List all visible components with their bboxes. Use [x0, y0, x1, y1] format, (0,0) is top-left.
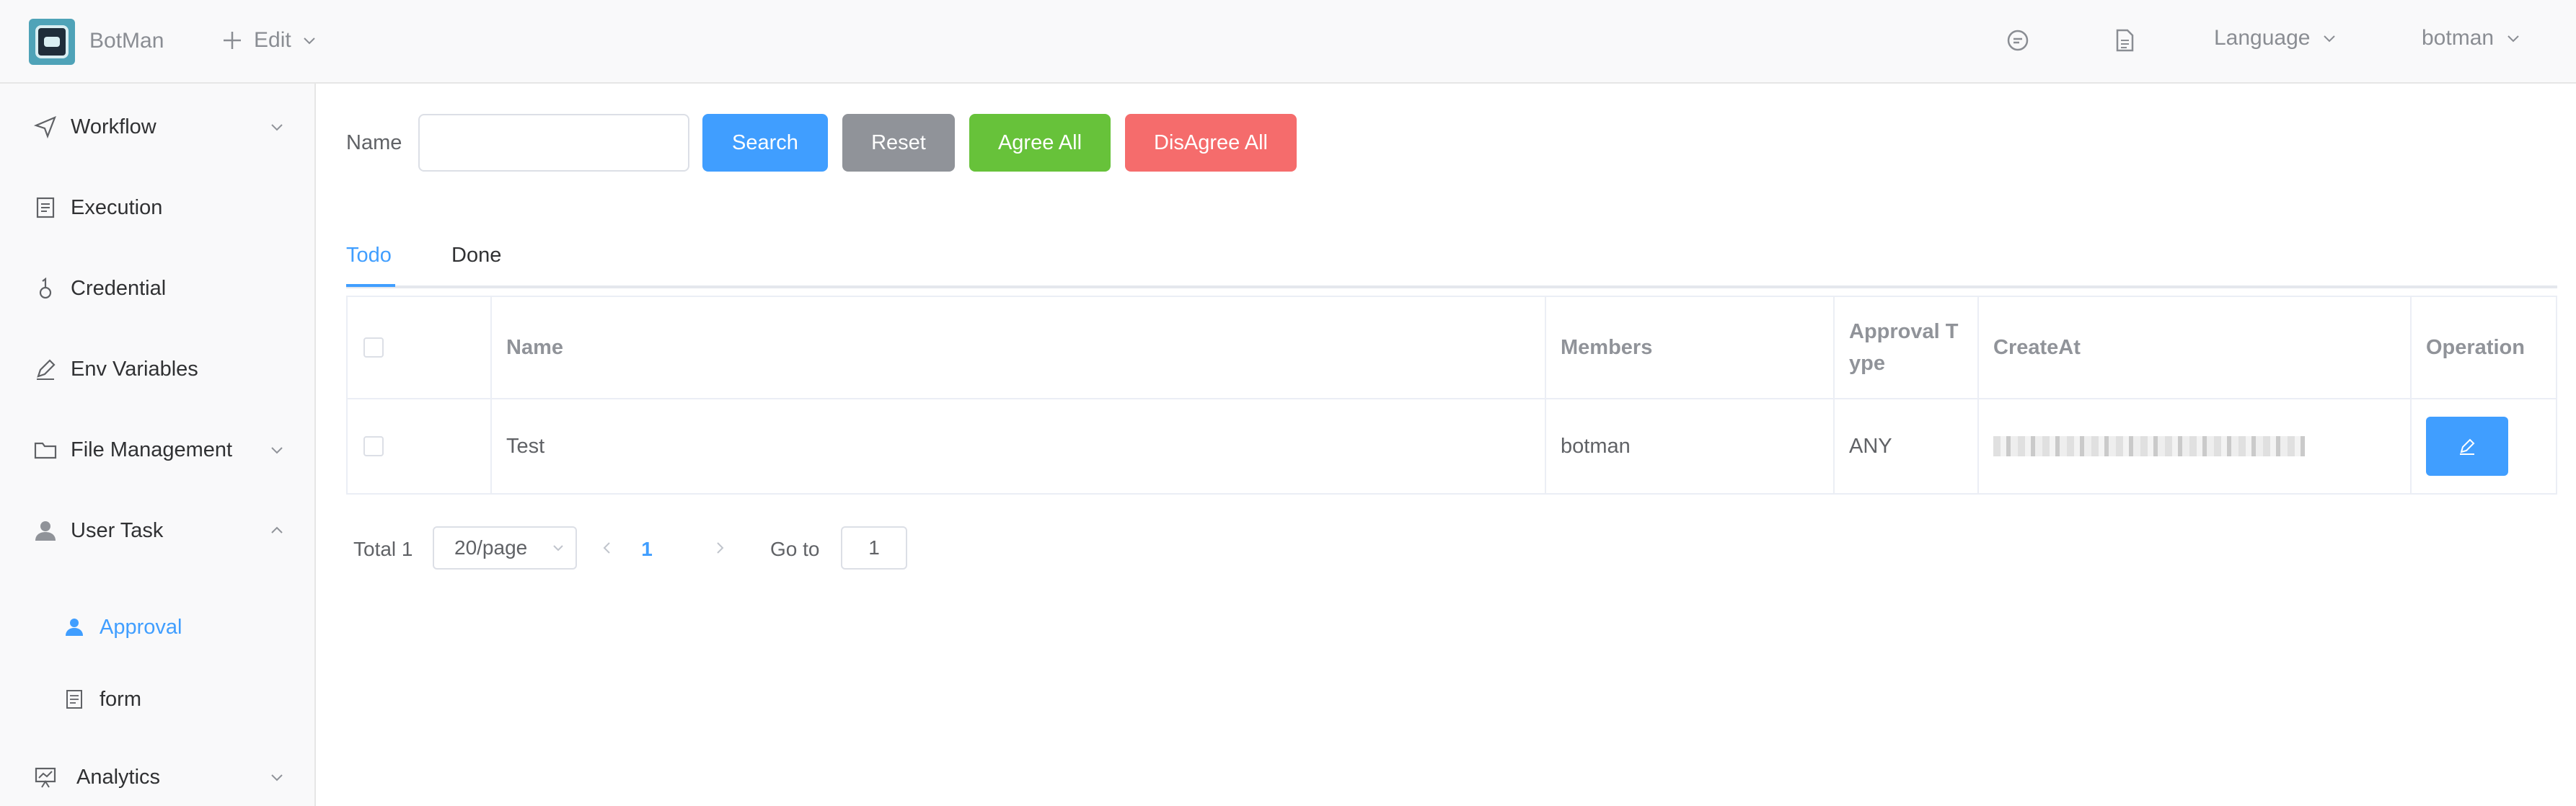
name-filter-input[interactable] — [418, 114, 689, 172]
user-icon — [66, 619, 83, 636]
row-approval-type: ANY — [1835, 399, 1979, 493]
pagination-total: Total 1 — [353, 538, 413, 560]
tab-todo[interactable]: Todo — [346, 244, 392, 267]
sidebar-item-label: Analytics — [76, 765, 161, 789]
page-size-select[interactable]: 20/page — [433, 526, 577, 570]
chat-icon[interactable] — [2005, 27, 2031, 53]
sidebar-subitem-label: Approval — [100, 615, 182, 639]
send-icon — [33, 115, 56, 139]
document-icon — [36, 197, 55, 218]
select-all-cell — [348, 297, 492, 398]
sidebar-item-label: Execution — [71, 195, 163, 219]
table-header-row: Name Members Approval T ype CreateAt Ope… — [348, 297, 2556, 399]
sidebar-item-workflow[interactable]: Workflow — [0, 87, 314, 167]
sidebar-item-file-management[interactable]: File Management — [0, 409, 314, 490]
tab-done[interactable]: Done — [451, 244, 501, 267]
chevron-down-icon — [271, 447, 283, 454]
chevron-down-icon — [271, 124, 283, 131]
user-dropdown[interactable]: botman — [2422, 26, 2521, 50]
column-header-members[interactable]: Members — [1546, 297, 1835, 398]
row-members: botman — [1546, 399, 1835, 493]
approval-table: Name Members Approval T ype CreateAt Ope… — [346, 296, 2557, 495]
sidebar-item-label: User Task — [71, 518, 164, 542]
sidebar-item-label: Env Variables — [71, 357, 198, 381]
row-name: Test — [492, 399, 1546, 493]
sidebar-item-env-variables[interactable]: Env Variables — [0, 329, 314, 409]
document-icon[interactable] — [2112, 27, 2138, 53]
plus-icon — [224, 32, 241, 49]
sidebar-item-execution[interactable]: Execution — [0, 167, 314, 248]
sidebar-subitem-label: form — [100, 687, 141, 711]
chart-icon — [35, 767, 56, 788]
botman-logo[interactable] — [29, 19, 75, 65]
sidebar-item-credential[interactable]: Credential — [0, 248, 314, 329]
row-select-cell — [348, 399, 492, 493]
sidebar-subitem-form[interactable]: form — [0, 663, 314, 735]
row-createat — [1979, 399, 2412, 493]
goto-label: Go to — [770, 538, 820, 560]
edit-menu[interactable]: Edit — [221, 26, 317, 55]
user-label: botman — [2422, 26, 2495, 50]
table-row[interactable]: Test botman ANY — [348, 399, 2556, 493]
app-name: BotMan — [89, 29, 164, 53]
sidebar: Workflow Execution Credential Env Variab… — [0, 84, 316, 806]
chevron-down-icon — [2507, 35, 2519, 43]
sidebar-item-label: Credential — [71, 276, 167, 300]
sidebar-item-label: File Management — [71, 438, 233, 461]
agree-all-button[interactable]: Agree All — [969, 114, 1111, 172]
sidebar-item-label: Workflow — [71, 115, 156, 138]
user-icon — [35, 521, 56, 541]
folder-icon — [34, 442, 57, 459]
edit-approval-button[interactable] — [2426, 417, 2508, 476]
blurred-timestamp — [1993, 436, 2305, 456]
sidebar-item-analytics[interactable]: Analytics — [0, 737, 314, 806]
page-size-value: 20/page — [454, 536, 528, 559]
edit-label: Edit — [254, 28, 291, 52]
reset-button[interactable]: Reset — [842, 114, 955, 172]
pagination: Total 1 20/page 1 Go to — [353, 526, 1002, 570]
disagree-all-button[interactable]: DisAgree All — [1125, 114, 1297, 172]
language-dropdown[interactable]: Language — [2214, 26, 2337, 50]
search-button[interactable]: Search — [702, 114, 828, 172]
row-checkbox[interactable] — [363, 436, 384, 456]
sidebar-item-user-task[interactable]: User Task — [0, 490, 314, 571]
chevron-down-icon — [271, 774, 283, 781]
column-header-name[interactable]: Name — [492, 297, 1546, 398]
edit-icon — [37, 359, 56, 380]
chevron-up-icon — [271, 526, 283, 533]
task-tabs: Todo Done — [346, 228, 2557, 288]
select-all-checkbox[interactable] — [363, 337, 384, 358]
edit-icon — [2460, 438, 2475, 455]
row-operation — [2412, 399, 2556, 493]
chevron-down-icon — [2324, 35, 2336, 43]
page-number-current[interactable]: 1 — [622, 538, 672, 561]
document-icon — [66, 690, 82, 709]
column-header-approval-type[interactable]: Approval T ype — [1835, 297, 1979, 398]
chevron-down-icon — [303, 37, 315, 45]
column-header-createat[interactable]: CreateAt — [1979, 297, 2412, 398]
main-content: Name Search Reset Agree All DisAgree All… — [316, 84, 2576, 806]
name-filter-label: Name — [346, 131, 402, 154]
top-header: BotMan Edit Language botman — [0, 0, 2576, 84]
sidebar-subitem-approval[interactable]: Approval — [0, 591, 314, 663]
column-header-operation: Operation — [2426, 335, 2525, 359]
goto-page-input[interactable] — [841, 526, 907, 570]
chevron-left-icon[interactable] — [599, 539, 616, 557]
key-icon — [39, 277, 52, 299]
chevron-down-icon — [553, 545, 563, 552]
active-tab-indicator — [346, 284, 395, 287]
language-label: Language — [2214, 26, 2311, 50]
chevron-right-icon[interactable] — [711, 539, 728, 557]
